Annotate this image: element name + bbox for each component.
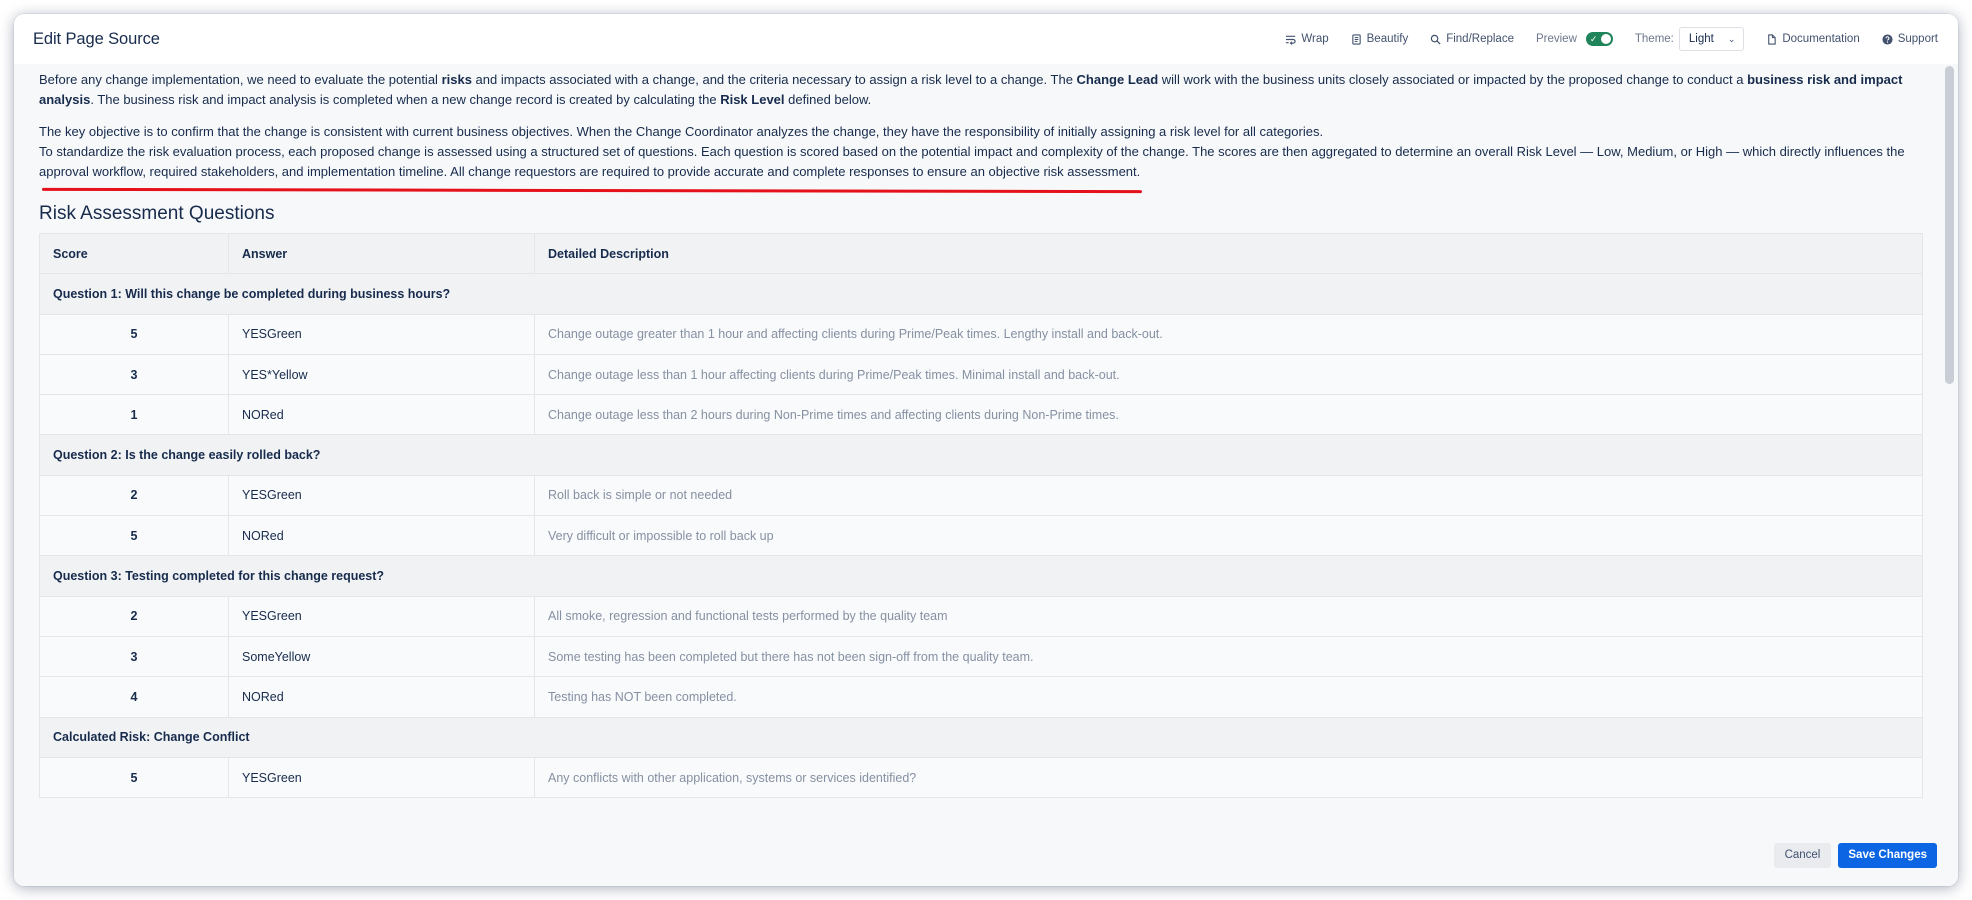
question-row: Question 3: Testing completed for this c…	[39, 555, 1923, 597]
question-text: Question 2: Is the change easily rolled …	[39, 434, 1923, 476]
theme-label: Theme:	[1634, 33, 1674, 45]
cancel-button[interactable]: Cancel	[1773, 842, 1832, 868]
documentation-link[interactable]: Documentation	[1766, 33, 1860, 45]
table-row: 1 NORed Change outage less than 2 hours du…	[39, 394, 1923, 436]
answer-cell: YESGreen	[228, 756, 535, 799]
save-changes-button[interactable]: Save Changes	[1838, 842, 1937, 868]
dialog-footer: Cancel Save Changes	[14, 824, 1958, 886]
description-cell: Any conflicts with other application, sy…	[534, 756, 1923, 799]
question-text: Question 3: Testing completed for this c…	[39, 555, 1923, 597]
description-cell: Very difficult or impossible to roll bac…	[534, 515, 1923, 557]
dialog-title: Edit Page Source	[33, 29, 160, 48]
table-row: 5 NORed Very difficult or impossible to ro…	[39, 515, 1923, 557]
column-header-answer: Answer	[228, 232, 535, 275]
wrap-button[interactable]: Wrap	[1285, 33, 1329, 45]
table-row: 2 YESGreen Roll back is simple or not need…	[39, 474, 1923, 517]
score-cell: 2	[39, 474, 229, 517]
column-header-description: Detailed Description	[534, 232, 1923, 275]
preview-toggle[interactable]: ✓	[1585, 32, 1613, 46]
description-cell: All smoke, regression and functional tes…	[534, 595, 1923, 637]
support-link[interactable]: Support	[1882, 33, 1938, 45]
table-row: 2 YESGreen All smoke, regression and funct…	[39, 595, 1923, 637]
table-row: 5 YESGreen Change outage greater than 1 ho…	[39, 313, 1923, 355]
find-replace-button[interactable]: Find/Replace	[1430, 33, 1514, 45]
theme-value: Light	[1688, 33, 1714, 45]
risk-assessment-table: Score Answer Detailed Description Questi…	[39, 232, 1923, 799]
toggle-knob	[1600, 34, 1611, 44]
help-icon	[1882, 33, 1893, 45]
score-cell: 2	[39, 595, 229, 637]
find-replace-label: Find/Replace	[1446, 33, 1514, 45]
score-cell: 5	[39, 515, 229, 557]
chevron-down-icon: ⌄	[1727, 33, 1736, 44]
answer-cell: SomeYellow	[228, 635, 535, 678]
preview-label: Preview	[1535, 33, 1577, 45]
description-cell: Change outage less than 2 hours during N…	[534, 394, 1923, 436]
answer-cell: NORed	[228, 515, 535, 557]
intro-paragraph-3: To standardize the risk evaluation proce…	[39, 144, 1905, 179]
description-cell: Change outage greater than 1 hour and af…	[534, 313, 1923, 355]
description-cell: Some testing has been completed but ther…	[534, 635, 1923, 678]
score-cell: 5	[39, 756, 229, 799]
search-icon	[1430, 34, 1441, 45]
check-icon: ✓	[1589, 34, 1598, 44]
beautify-icon	[1351, 33, 1361, 45]
support-label: Support	[1897, 33, 1938, 45]
answer-cell: NORed	[228, 676, 535, 718]
editor-toolbar: Wrap Beautify Find/Replace Preview ✓ The…	[1263, 27, 1938, 51]
theme-select[interactable]: Light ⌄	[1678, 27, 1745, 51]
wrap-icon	[1286, 35, 1297, 45]
beautify-label: Beautify	[1366, 33, 1409, 45]
table-row: 5 YESGreen Any conflicts with other applic…	[39, 756, 1923, 799]
column-header-score: Score	[39, 232, 229, 275]
table-header-row: Score Answer Detailed Description	[39, 232, 1923, 275]
answer-cell: YES*Yellow	[228, 353, 535, 396]
question-row: Question 1: Will this change be complete…	[39, 273, 1923, 315]
intro-paragraph-2: The key objective is to confirm that the…	[39, 124, 1324, 139]
table-row: 3 YES*Yellow Change outage less than 1 hou…	[39, 353, 1923, 396]
edit-page-source-dialog: Edit Page Source Wrap Beautify Find/Repl…	[14, 14, 1958, 886]
score-cell: 5	[39, 313, 229, 355]
description-cell: Change outage less than 1 hour affecting…	[534, 353, 1923, 396]
score-cell: 1	[39, 394, 229, 436]
score-cell: 4	[39, 676, 229, 718]
table-row: 3 SomeYellow Some testing has been complet…	[39, 635, 1923, 678]
score-cell: 3	[39, 635, 229, 678]
answer-cell: YESGreen	[228, 313, 535, 355]
question-text: Question 1: Will this change be complete…	[39, 273, 1923, 315]
section-title: Risk Assessment Questions	[39, 203, 275, 224]
question-text: Calculated Risk: Change Conflict	[39, 716, 1923, 758]
intro-paragraph-1: Before any change implementation, we nee…	[39, 72, 1903, 107]
description-cell: Testing has NOT been completed.	[534, 676, 1923, 718]
score-cell: 3	[39, 353, 229, 396]
question-row: Calculated Risk: Change Conflict	[39, 716, 1923, 758]
description-cell: Roll back is simple or not needed	[534, 474, 1923, 517]
preview-content: Before any change implementation, we nee…	[14, 64, 1936, 824]
table-body: Question 1: Will this change be complete…	[39, 273, 1923, 799]
wrap-label: Wrap	[1301, 33, 1329, 45]
document-icon	[1768, 33, 1777, 45]
answer-cell: YESGreen	[228, 474, 535, 517]
beautify-button[interactable]: Beautify	[1351, 33, 1409, 45]
red-underline-annotation	[41, 187, 1143, 194]
answer-cell: YESGreen	[228, 595, 535, 637]
answer-cell: NORed	[228, 394, 535, 436]
vertical-scrollbar[interactable]	[1945, 66, 1954, 384]
question-row: Question 2: Is the change easily rolled …	[39, 434, 1923, 476]
dialog-header: Edit Page Source Wrap Beautify Find/Repl…	[14, 14, 1958, 64]
documentation-label: Documentation	[1782, 33, 1860, 45]
table-row: 4 NORed Testing has NOT been completed.	[39, 676, 1923, 718]
